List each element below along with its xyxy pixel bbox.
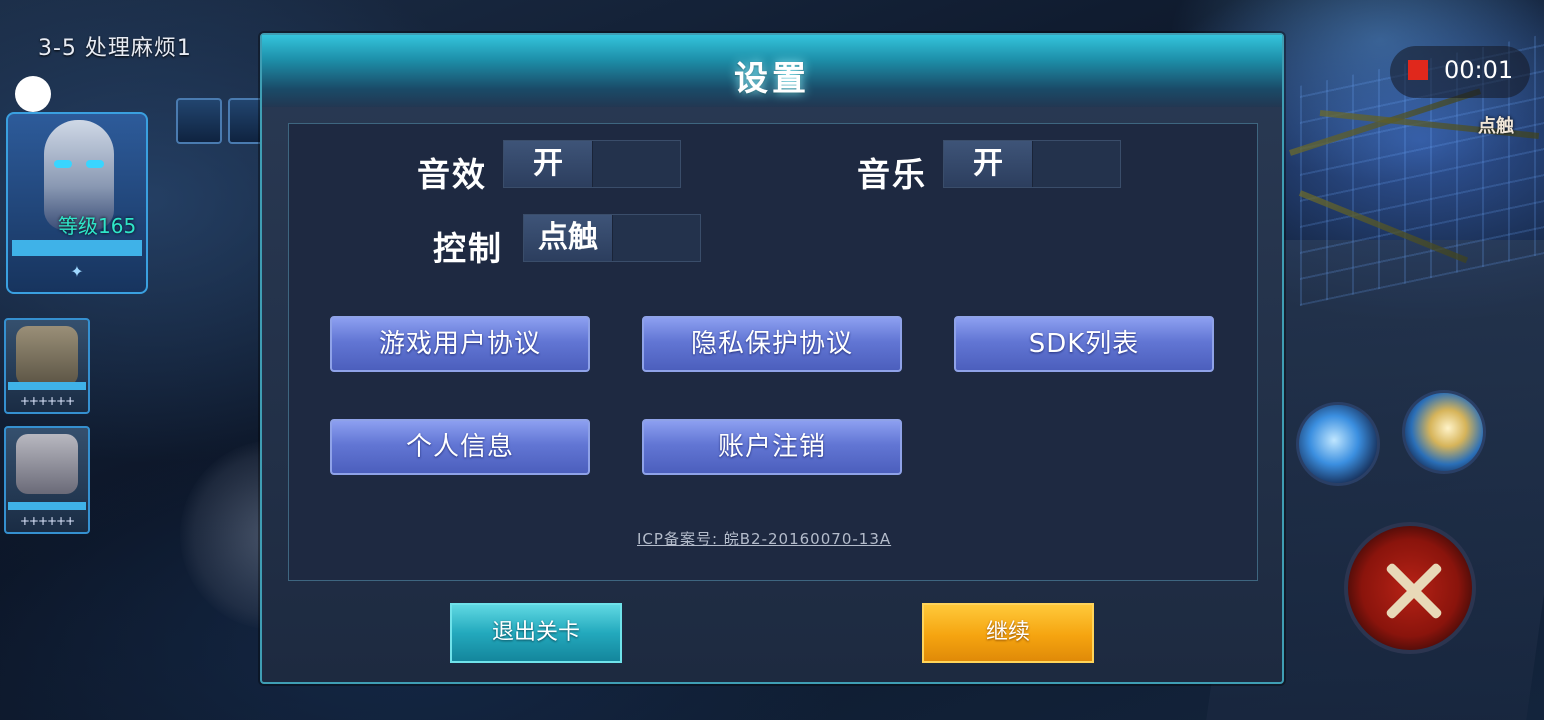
user-agreement-button[interactable]: 游戏用户协议 bbox=[330, 316, 590, 372]
icp-link[interactable]: ICP备案号: 皖B2-20160070-13A bbox=[637, 528, 891, 549]
hero-level: 等级165 bbox=[58, 214, 137, 238]
pet-health-bar bbox=[8, 502, 86, 510]
pet-stars: ++++++ bbox=[19, 514, 75, 528]
skill-button-ice[interactable] bbox=[1296, 402, 1380, 486]
control-toggle-knob[interactable]: 点触 bbox=[524, 215, 613, 261]
pet-portrait bbox=[16, 434, 78, 494]
settings-header: 设置 bbox=[262, 35, 1282, 107]
hero-eye bbox=[54, 160, 72, 168]
pet-card[interactable]: ++++++ bbox=[4, 318, 90, 414]
personal-info-button[interactable]: 个人信息 bbox=[330, 419, 590, 475]
record-time: 00:01 bbox=[1444, 56, 1514, 84]
continue-button[interactable]: 继续 bbox=[922, 603, 1094, 663]
record-stop-icon[interactable] bbox=[1408, 60, 1428, 80]
sound-effects-toggle[interactable]: 开 bbox=[503, 140, 681, 188]
privacy-agreement-button[interactable]: 隐私保护协议 bbox=[642, 316, 902, 372]
settings-dialog: 设置 音效 开 音乐 开 控制 点触 游戏用户协议 隐私保护协议 SDK列表 个… bbox=[260, 33, 1284, 684]
settings-title: 设置 bbox=[734, 59, 810, 99]
account-cancel-button[interactable]: 账户注销 bbox=[642, 419, 902, 475]
exit-level-button[interactable]: 退出关卡 bbox=[450, 603, 622, 663]
stage-label: 3-5 处理麻烦1 bbox=[38, 36, 192, 61]
music-label: 音乐 bbox=[857, 155, 927, 194]
screen-record-indicator[interactable]: 00:01 bbox=[1390, 46, 1530, 98]
tap-mode-tag: 点触 bbox=[1478, 116, 1514, 137]
hero-card[interactable]: 等级165 ✦ bbox=[6, 112, 148, 294]
sound-effects-label: 音效 bbox=[417, 155, 487, 194]
hero-star-icon: ✦ bbox=[70, 262, 84, 281]
pet-stars: ++++++ bbox=[19, 394, 75, 408]
sound-effects-toggle-knob[interactable]: 开 bbox=[504, 141, 593, 187]
floating-dot[interactable] bbox=[15, 76, 51, 112]
pet-card[interactable]: ++++++ bbox=[4, 426, 90, 534]
hero-health-bar bbox=[12, 240, 142, 256]
control-toggle[interactable]: 点触 bbox=[523, 214, 701, 262]
skill-button-beam[interactable] bbox=[1402, 390, 1486, 474]
buff-slot-icon bbox=[176, 98, 222, 144]
music-toggle-knob[interactable]: 开 bbox=[944, 141, 1033, 187]
control-label: 控制 bbox=[433, 229, 503, 268]
sdk-list-button[interactable]: SDK列表 bbox=[954, 316, 1214, 372]
settings-panel: 音效 开 音乐 开 控制 点触 游戏用户协议 隐私保护协议 SDK列表 个人信息… bbox=[288, 123, 1258, 581]
pet-portrait bbox=[16, 326, 78, 386]
music-toggle[interactable]: 开 bbox=[943, 140, 1121, 188]
pet-health-bar bbox=[8, 382, 86, 390]
attack-button[interactable] bbox=[1344, 522, 1476, 654]
hero-eye bbox=[86, 160, 104, 168]
